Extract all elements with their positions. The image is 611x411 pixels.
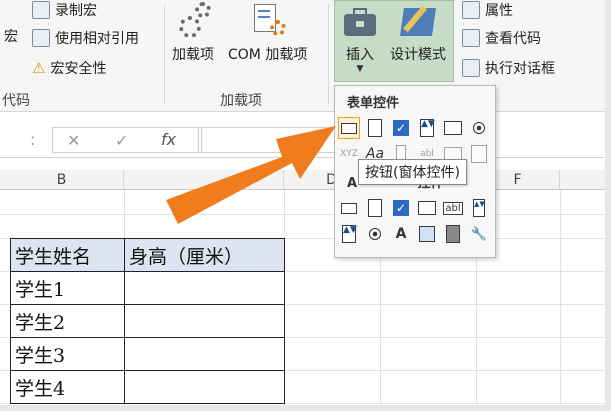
excel-window: 宏 录制宏 使用相对引用 ⚠ 宏安全性 代码 加载项 COM 加载项 加载项 插… xyxy=(0,0,611,411)
orange-arrow-annotation xyxy=(166,126,336,224)
arrow-shape xyxy=(166,126,336,224)
